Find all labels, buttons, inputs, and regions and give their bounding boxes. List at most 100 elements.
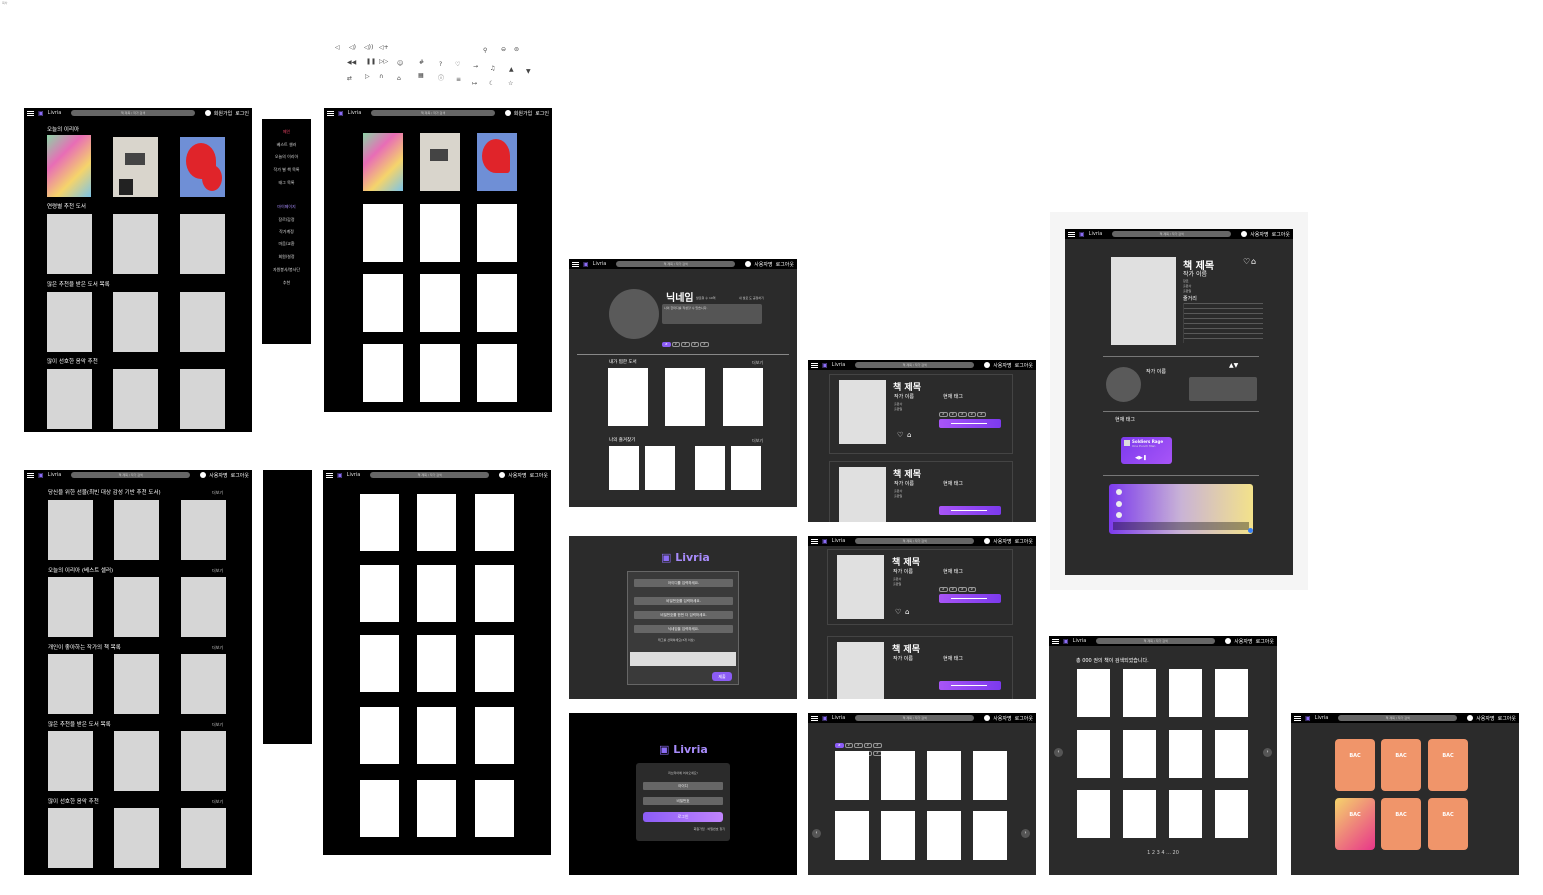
sidebar-item-volunteer[interactable]: 자원봉사/봉사단 (262, 267, 311, 273)
more-link[interactable]: 더보기 (212, 568, 223, 574)
heart-icon[interactable]: ♡ (897, 431, 903, 439)
logout-link[interactable]: 로그아웃 (1015, 538, 1033, 545)
album-card[interactable]: BAC (1381, 739, 1421, 791)
menu-icon[interactable] (326, 472, 333, 478)
book-cover[interactable] (477, 133, 517, 191)
logout-link[interactable]: 로그아웃 (776, 261, 794, 268)
book-card[interactable] (1123, 790, 1156, 838)
book-card[interactable] (181, 577, 226, 637)
menu-icon[interactable] (327, 110, 334, 116)
book-card[interactable] (1077, 669, 1110, 717)
book-card[interactable] (181, 731, 226, 791)
tag[interactable]: # (967, 412, 977, 417)
menu-icon[interactable] (1294, 715, 1301, 721)
book-card[interactable] (363, 274, 403, 332)
more-link[interactable]: 더보기 (212, 722, 223, 728)
music-card[interactable] (114, 808, 159, 868)
album-card[interactable]: BAC (1428, 798, 1468, 850)
music-player[interactable] (939, 419, 1001, 428)
sidebar-item-exchange[interactable]: 마음/교환 (262, 241, 311, 247)
prev-arrow-icon[interactable]: ‹ (812, 829, 821, 838)
book-card[interactable] (417, 565, 456, 622)
signup-link[interactable]: 회원가입 (514, 110, 532, 117)
book-card[interactable] (1077, 790, 1110, 838)
tag[interactable]: # (948, 412, 958, 417)
tag[interactable]: # (977, 412, 986, 417)
menu-icon[interactable] (27, 110, 34, 116)
logout-link[interactable]: 로그아웃 (1498, 715, 1516, 722)
next-arrow-icon[interactable]: › (1021, 829, 1030, 838)
next-arrow-icon[interactable]: › (1263, 748, 1272, 757)
follow-button[interactable]: 내 팔로 도 공정하기 (739, 296, 764, 300)
login-button[interactable]: 로그인 (643, 812, 723, 822)
album-card[interactable]: BAC (1335, 739, 1375, 791)
book-card[interactable] (114, 654, 159, 714)
sidebar-item-today[interactable]: 오늘의 이리아 (262, 154, 311, 160)
tag[interactable]: # (700, 342, 709, 347)
menu-icon[interactable] (1052, 638, 1059, 644)
book-card[interactable] (360, 707, 399, 764)
music-card[interactable]: Soldiers Rage One Punch Man ◀▶❚ (1121, 437, 1172, 464)
book-card[interactable] (417, 494, 456, 551)
search-input[interactable]: 책 제목 / 작가 검색 (371, 110, 495, 116)
book-card[interactable] (1123, 730, 1156, 778)
sidebar-item-genre[interactable]: 장르/감정 (262, 217, 311, 223)
music-card[interactable] (48, 808, 93, 868)
search-input[interactable]: 책 제목 / 작가 검색 (1112, 231, 1232, 237)
book-cover[interactable] (47, 135, 91, 197)
book-item[interactable]: 책 제목 작가 이름 출판사 출판일 현재 태그 # # # # # ♡ ⌂ (829, 374, 1013, 454)
book-card[interactable] (475, 635, 514, 692)
book-card[interactable] (417, 780, 456, 837)
login-link[interactable]: 로그인 (235, 110, 249, 117)
book-card[interactable] (113, 292, 158, 352)
archive-icon[interactable]: ⌂ (905, 608, 909, 616)
id-field[interactable]: 아이디 (643, 782, 723, 790)
more-link[interactable]: 더보기 (212, 799, 223, 805)
password-field[interactable]: 비밀번호를 입력하세요. (634, 597, 733, 605)
archive-icon[interactable]: ⌂ (1251, 257, 1256, 266)
book-cover[interactable] (180, 137, 225, 197)
tag[interactable]: # (958, 587, 967, 592)
book-card[interactable] (417, 635, 456, 692)
book-card[interactable] (180, 214, 225, 274)
book-card[interactable] (1215, 669, 1248, 717)
album-card[interactable]: BAC (1381, 798, 1421, 850)
book-card[interactable] (47, 214, 92, 274)
book-card[interactable] (417, 707, 456, 764)
book-cover[interactable] (363, 133, 403, 191)
menu-icon[interactable] (27, 472, 34, 478)
archive-icon[interactable]: ⌂ (907, 431, 911, 439)
logout-link[interactable]: 로그아웃 (231, 472, 249, 479)
tag[interactable]: # (690, 342, 700, 347)
tag-selector[interactable] (630, 652, 736, 666)
book-card[interactable] (477, 274, 517, 332)
favorite-card[interactable] (695, 446, 725, 490)
tag[interactable]: # (681, 342, 690, 347)
book-card[interactable] (181, 654, 226, 714)
search-input[interactable]: 책 제목 / 작가 검색 (370, 472, 490, 478)
sidebar-item-recommend[interactable]: 추천 (262, 280, 311, 286)
search-input[interactable]: 책 제목 / 작가 검색 (1338, 715, 1458, 721)
tag[interactable]: # (948, 587, 958, 592)
book-card[interactable] (1215, 730, 1248, 778)
book-card[interactable] (48, 731, 93, 791)
id-field[interactable]: 아이디를 입력하세요. (634, 579, 733, 587)
book-card[interactable] (1169, 730, 1202, 778)
book-card[interactable] (47, 292, 92, 352)
book-card[interactable] (927, 811, 961, 860)
music-player[interactable] (939, 681, 1001, 690)
signup-link[interactable]: 회원가입 (214, 110, 232, 117)
sidebar-item-mypage[interactable]: 마이페이지 (262, 204, 311, 210)
nickname-field[interactable]: 닉네임을 입력하세요. (634, 625, 733, 633)
music-player[interactable] (939, 594, 1001, 603)
sidebar-item-author-account[interactable]: 작가계정 (262, 229, 311, 235)
book-card[interactable] (360, 565, 399, 622)
book-card[interactable] (881, 811, 915, 860)
book-card[interactable] (1169, 790, 1202, 838)
more-link[interactable]: 더보기 (212, 645, 223, 651)
heart-icon[interactable]: ♡ (895, 608, 901, 616)
book-card[interactable] (477, 344, 517, 402)
more-link[interactable]: 더보기 (752, 438, 763, 444)
book-card[interactable] (420, 344, 460, 402)
tag[interactable]: # (939, 587, 948, 592)
